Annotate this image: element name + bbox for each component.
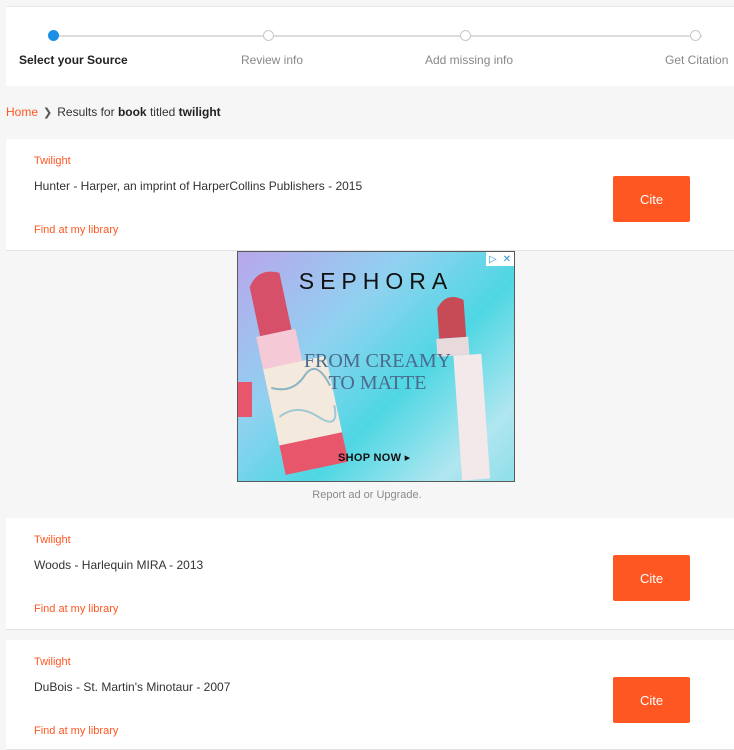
step-label-add-missing-info: Add missing info [425,53,514,67]
breadcrumb: Home ❯ Results for book titled twilight [6,105,221,119]
ad-headline-line-2: TO MATTE [328,372,427,394]
ad-shop-now-link[interactable]: SHOP NOW ▸ [338,451,411,464]
ad-info-icon[interactable]: ▷ [489,254,497,265]
step-label-get-citation: Get Citation [665,53,729,67]
breadcrumb-source-type: book [117,105,147,119]
step-label-select-source: Select your Source [19,53,128,67]
progress-stepper: Select your Source Review info Add missi… [6,6,734,86]
breadcrumb-query: twilight [178,105,221,119]
ad-close-icon[interactable]: ✕ [503,254,511,265]
step-dot-get-citation [690,30,701,41]
step-dot-review-info [263,30,274,41]
report-ad-link[interactable]: Report ad or Upgrade. [0,489,734,501]
result-meta: Hunter - Harper, an imprint of HarperCol… [34,179,363,193]
result-card: Twilight Woods - Harlequin MIRA - 2013 F… [6,518,734,630]
sephora-ad[interactable]: SEPHORA FROM CREAMY TO MATTE SHOP NOW ▸ … [237,251,515,482]
result-meta: DuBois - St. Martin's Minotaur - 2007 [34,680,231,694]
ad-choices-icon[interactable]: ▷ ✕ [486,252,514,266]
step-dot-select-source [48,30,59,41]
result-card: Twilight DuBois - St. Martin's Minotaur … [6,640,734,750]
ad-brand-logo: SEPHORA [298,268,454,294]
find-at-library-link[interactable]: Find at my library [34,603,118,615]
step-label-review-info: Review info [241,53,304,67]
result-card: Twilight Hunter - Harper, an imprint of … [6,139,734,251]
breadcrumb-home-link[interactable]: Home [6,105,38,119]
result-meta: Woods - Harlequin MIRA - 2013 [34,558,204,572]
breadcrumb-results-prefix: Results for [57,105,115,119]
stepper-track [52,35,702,37]
breadcrumb-titled-word: titled [149,105,176,119]
cite-button[interactable]: Cite [613,555,690,601]
step-dot-add-missing-info [460,30,471,41]
find-at-library-link[interactable]: Find at my library [34,725,118,737]
result-title: Twilight [34,656,71,668]
breadcrumb-chevron-icon: ❯ [43,107,53,119]
ad-headline-line-1: FROM CREAMY [303,350,452,372]
cite-button[interactable]: Cite [613,176,690,222]
result-title: Twilight [34,534,71,546]
result-title: Twilight [34,155,71,167]
cite-button[interactable]: Cite [613,677,690,723]
ad-headline: FROM CREAMY TO MATTE [290,350,465,394]
find-at-library-link[interactable]: Find at my library [34,224,118,236]
